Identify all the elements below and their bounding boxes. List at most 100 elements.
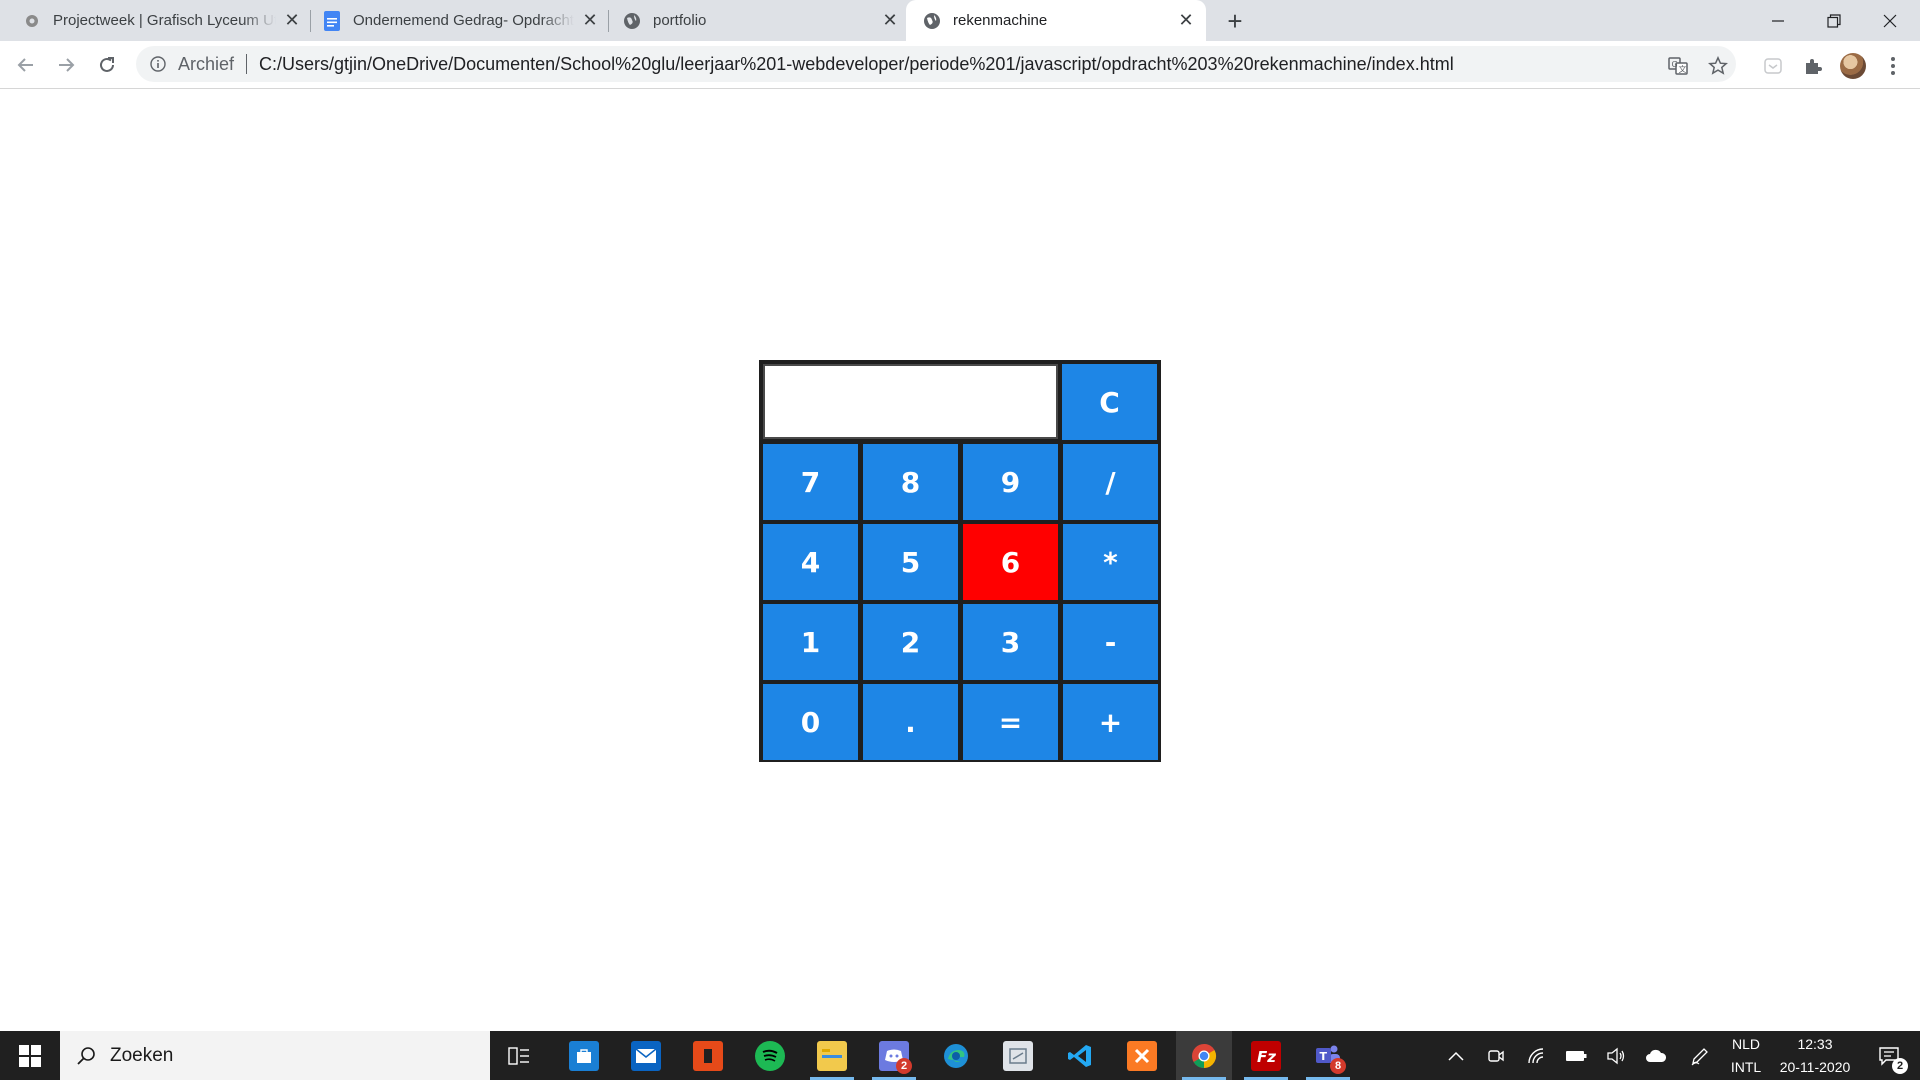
meet-now-icon[interactable] [1480, 1031, 1512, 1080]
svg-text:Fz: Fz [1257, 1048, 1276, 1066]
vscode-taskbar-button[interactable] [1052, 1031, 1108, 1080]
key-divide-button[interactable]: / [1061, 442, 1160, 522]
address-bar[interactable]: Archief C:/Users/gtjin/OneDrive/Document… [136, 46, 1736, 82]
key-7-button[interactable]: 7 [761, 442, 860, 522]
store-icon [569, 1040, 599, 1071]
key-0-button[interactable]: 0 [761, 682, 860, 762]
restore-icon [1827, 13, 1841, 28]
key-equals-button[interactable]: = [961, 682, 1060, 762]
menu-kebab-icon[interactable] [1880, 53, 1906, 79]
url-text[interactable]: C:/Users/gtjin/OneDrive/Documenten/Schoo… [259, 54, 1454, 75]
tab-portfolio[interactable]: portfolio ✕ [622, 0, 900, 41]
pocket-extension-icon[interactable] [1760, 53, 1786, 79]
key-multiply-button[interactable]: * [1061, 522, 1160, 602]
search-icon [74, 1044, 98, 1068]
close-tab-icon[interactable]: ✕ [1176, 10, 1196, 31]
key-3-button[interactable]: 3 [961, 602, 1060, 682]
close-tab-icon[interactable]: ✕ [282, 10, 302, 31]
snipping-tool-taskbar-button[interactable] [990, 1031, 1046, 1080]
close-tab-icon[interactable]: ✕ [580, 10, 600, 31]
edge-taskbar-button[interactable] [928, 1031, 984, 1080]
filezilla-taskbar-button[interactable]: Fz [1238, 1031, 1294, 1080]
back-button[interactable] [10, 49, 42, 81]
clock-date: 20-11-2020 [1779, 1058, 1851, 1075]
spotify-taskbar-button[interactable] [742, 1031, 798, 1080]
key-6-button[interactable]: 6 [961, 522, 1060, 602]
start-button[interactable] [0, 1031, 60, 1080]
key-8-button[interactable]: 8 [861, 442, 960, 522]
extensions-puzzle-icon[interactable] [1800, 53, 1826, 79]
battery-icon[interactable] [1560, 1031, 1592, 1080]
svg-text:T: T [1320, 1050, 1328, 1063]
file-explorer-icon [817, 1040, 847, 1071]
vscode-icon [1065, 1041, 1095, 1071]
forward-arrow-icon [59, 58, 75, 72]
notification-count-badge: 2 [1892, 1058, 1908, 1074]
discord-taskbar-button[interactable]: 2 [866, 1031, 922, 1080]
tab-title: rekenmachine [953, 12, 1048, 29]
divider [246, 54, 248, 74]
restore-button[interactable] [1806, 0, 1862, 41]
office-taskbar-button[interactable] [680, 1031, 736, 1080]
key-4-button[interactable]: 4 [761, 522, 860, 602]
tab-strip: Projectweek | Grafisch Lyceum Utrecht ✕ … [0, 0, 1920, 41]
search-placeholder: Zoeken [110, 1044, 174, 1066]
taskbar-search[interactable]: Zoeken [60, 1031, 490, 1080]
wifi-icon[interactable] [1520, 1031, 1552, 1080]
forward-button[interactable] [50, 49, 82, 81]
tab-rekenmachine[interactable]: rekenmachine ✕ [906, 0, 1206, 41]
chrome-icon [1189, 1041, 1219, 1071]
tab-projectweek[interactable]: Projectweek | Grafisch Lyceum Utrecht ✕ [22, 0, 302, 41]
new-tab-button[interactable]: + [1220, 6, 1250, 36]
calculator-display[interactable] [763, 364, 1058, 439]
minimize-icon [1772, 19, 1784, 22]
windows-logo-icon [19, 1044, 41, 1067]
snipping-tool-icon [1003, 1040, 1033, 1071]
bookmark-star-icon[interactable] [1706, 54, 1730, 78]
key-subtract-button[interactable]: - [1061, 602, 1160, 682]
xampp-taskbar-button[interactable] [1114, 1031, 1170, 1080]
file-explorer-taskbar-button[interactable] [804, 1031, 860, 1080]
tab-separator [608, 10, 609, 32]
close-window-button[interactable] [1862, 0, 1918, 41]
minimize-button[interactable] [1750, 0, 1806, 41]
svg-text:文: 文 [1679, 64, 1687, 74]
xampp-icon [1127, 1040, 1157, 1071]
mail-taskbar-button[interactable] [618, 1031, 674, 1080]
tab-title: Ondernemend Gedrag- Opdracht [353, 12, 574, 29]
store-taskbar-button[interactable] [556, 1031, 612, 1080]
mail-icon [631, 1040, 661, 1071]
notification-badge: 2 [896, 1058, 912, 1074]
info-icon[interactable] [148, 54, 168, 74]
show-hidden-icons-chevron-icon[interactable] [1440, 1031, 1472, 1080]
language-indicator[interactable]: NLD INTL [1722, 1031, 1770, 1080]
close-tab-icon[interactable]: ✕ [880, 10, 900, 31]
clock[interactable]: 12:33 20-11-2020 [1770, 1031, 1860, 1080]
profile-avatar[interactable] [1840, 53, 1866, 79]
site-info-label[interactable]: Archief [178, 54, 234, 75]
clear-button[interactable]: C [1060, 362, 1159, 442]
tab-ondernemend-gedrag[interactable]: Ondernemend Gedrag- Opdracht ✕ [322, 0, 600, 41]
chrome-taskbar-button[interactable] [1176, 1031, 1232, 1080]
key-add-button[interactable]: + [1061, 682, 1160, 762]
calculator: C 7 8 9/ 4 5 6 * 1 2 3- 0. = + [759, 360, 1161, 762]
teams-taskbar-button[interactable]: T8 [1300, 1031, 1356, 1080]
task-view-taskbar-button[interactable] [491, 1031, 547, 1080]
gear-favicon-icon [22, 11, 42, 31]
office-icon [693, 1040, 723, 1071]
tab-title: Projectweek | Grafisch Lyceum Utrecht [53, 12, 276, 29]
pen-workspace-icon[interactable] [1684, 1031, 1716, 1080]
notification-center-button[interactable]: 2 [1864, 1031, 1914, 1080]
key-1-button[interactable]: 1 [761, 602, 860, 682]
browser-toolbar: Archief C:/Users/gtjin/OneDrive/Document… [0, 41, 1920, 89]
language-code: NLD [1731, 1035, 1760, 1052]
key-decimal-button[interactable]: . [861, 682, 960, 762]
key-9-button[interactable]: 9 [961, 442, 1060, 522]
volume-icon[interactable] [1600, 1031, 1632, 1080]
reload-button[interactable] [91, 49, 123, 81]
key-5-button[interactable]: 5 [861, 522, 960, 602]
globe-icon [922, 11, 942, 31]
translate-icon[interactable]: G文 [1666, 54, 1690, 78]
key-2-button[interactable]: 2 [861, 602, 960, 682]
onedrive-cloud-icon[interactable] [1640, 1031, 1672, 1080]
